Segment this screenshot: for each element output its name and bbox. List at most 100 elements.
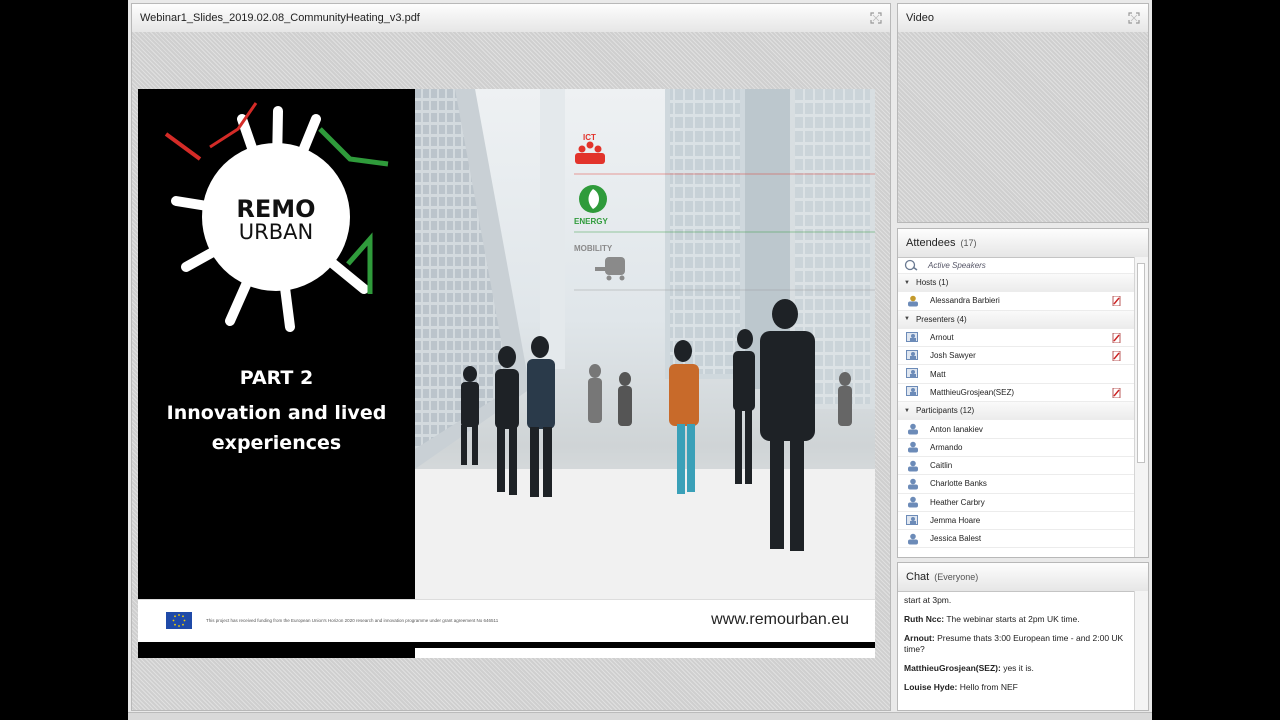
maximize-icon[interactable] [1128,12,1140,24]
presenter-icon [906,331,918,342]
slide-heading-line1: Innovation and lived [166,402,387,424]
attendee-row[interactable]: Armando [898,439,1135,457]
attendee-row[interactable]: Jessica Balest [898,530,1135,549]
share-pod: Webinar1_Slides_2019.02.08_CommunityHeat… [131,3,891,711]
attendee-name: Heather Carbry [930,497,985,507]
logo-line1: REMO [236,195,315,223]
eu-flag-icon [166,612,192,629]
project-url: www.remourban.eu [711,611,849,628]
microphone-icon [1112,296,1121,307]
microphone-icon [1112,351,1121,362]
video-area [898,32,1148,222]
attendee-name: MatthieuGrosjean(SEZ) [930,387,1015,397]
maximize-icon[interactable] [870,12,882,24]
participant-icon [908,442,918,453]
collapse-triangle-icon[interactable]: ▼ [904,316,910,322]
chat-author: Ruth Ncc: [904,614,945,624]
chat-text: start at 3pm. [904,595,952,605]
video-pod-title: Video [906,12,934,24]
attendees-count: (17) [960,238,977,248]
group-label: Presenters (4) [915,314,967,324]
group-presenters[interactable]: ▼ Presenters (4) [898,310,1135,329]
funding-notice: This project has received funding from t… [206,618,499,623]
chat-author: Arnout: [904,633,935,643]
chat-text: yes it is. [1003,663,1034,673]
group-hosts[interactable]: ▼ Hosts (1) [898,274,1135,293]
chat-message: MatthieuGrosjean(SEZ): yes it is. [904,663,1129,674]
attendee-row[interactable]: Anton Ianakiev [898,420,1135,439]
ict-icon [575,141,605,164]
active-speakers-label: Active Speakers [928,260,986,270]
chat-message: Louise Hyde: Hello from NEF [904,682,1129,693]
chat-author: MatthieuGrosjean(SEZ): [904,663,1001,673]
chat-title: Chat [906,571,930,583]
microphone-icon [1112,332,1121,343]
video-pod: Video [897,3,1149,223]
chat-pod-header: Chat (Everyone) [898,563,1148,592]
attendee-name: Armando [930,442,963,452]
chat-author: Louise Hyde: [904,682,958,692]
participant-icon [908,533,918,545]
collapse-triangle-icon[interactable]: ▼ [904,408,910,414]
collapse-triangle-icon[interactable]: ▼ [904,280,910,286]
group-label: Participants (12) [915,406,975,416]
attendee-name: Josh Sawyer [930,351,976,361]
video-pod-header: Video [898,4,1148,33]
presenter-icon [906,368,918,379]
attendee-row[interactable]: Josh Sawyer [898,347,1135,366]
attendee-scrollbar[interactable] [1134,257,1148,557]
attendee-row[interactable]: Matt [898,365,1135,384]
participant-icon [908,478,918,490]
slide-part-label: PART 2 [239,367,314,389]
attendees-pod: Attendees (17) Active Speakers ▼ Hosts (1… [897,228,1149,558]
slide-bottom-strip [138,642,875,658]
chat-text: The webinar starts at 2pm UK time. [946,614,1080,624]
tag-mobility: MOBILITY [574,244,613,253]
participant-icon [908,496,918,508]
attendee-row[interactable]: Heather Carbry [898,494,1135,512]
scrollbar-thumb[interactable] [1137,263,1145,463]
chat-message: Arnout: Presume thats 3:00 European time… [904,633,1129,655]
chat-text: Hello from NEF [959,682,1018,692]
attendee-row[interactable]: Caitlin [898,457,1135,476]
presenter-icon [906,514,918,525]
participant-icon [908,423,918,435]
attendee-name: Anton Ianakiev [930,424,983,434]
chat-text: Presume thats 3:00 European time - and 2… [904,633,1124,654]
slide-heading-line2: experiences [211,432,342,454]
attendee-row[interactable]: Arnout [898,329,1135,348]
attendee-list: Active Speakers ▼ Hosts (1) Alessandra Ba… [898,257,1135,557]
chat-scope[interactable]: (Everyone) [934,572,978,582]
attendee-name: Charlotte Banks [930,479,987,489]
attendee-row[interactable]: Jemma Hoare [898,512,1135,531]
attendees-pod-header: Attendees (17) [898,229,1148,258]
remourban-logo: REMO URBAN [164,102,389,332]
tag-energy: ENERGY [574,217,608,226]
attendee-name: Caitlin [930,461,953,471]
share-stage: REMO URBAN PART 2 Innovation and lived e… [132,32,890,710]
mobility-icon [595,257,625,281]
chat-message: Ruth Ncc: The webinar starts at 2pm UK t… [904,614,1129,625]
attendee-row[interactable]: MatthieuGrosjean(SEZ) [898,384,1135,403]
slide-footer: This project has received funding from t… [138,599,875,643]
attendees-title: Attendees [906,237,956,249]
chat-scrollbar[interactable] [1134,591,1148,710]
chat-message: start at 3pm. [904,595,1129,606]
group-label: Hosts (1) [915,278,949,288]
tag-ict: ICT [583,133,596,142]
attendee-row[interactable]: Charlotte Banks [898,475,1135,494]
host-icon [908,295,918,307]
attendee-name: Arnout [930,333,954,343]
logo-line2: URBAN [239,220,313,244]
microphone-icon [1112,387,1121,398]
attendee-name: Jemma Hoare [930,516,981,525]
group-participants[interactable]: ▼ Participants (12) [898,402,1135,421]
presenter-icon [906,386,918,397]
bottom-bar [128,712,1152,720]
slide-title-panel: REMO URBAN PART 2 Innovation and lived e… [138,89,415,599]
attendee-name: Matt [930,369,946,379]
presenter-icon [906,349,918,360]
active-speakers-row: Active Speakers [898,257,1135,274]
share-pod-header: Webinar1_Slides_2019.02.08_CommunityHeat… [132,4,890,33]
attendee-row[interactable]: Alessandra Barbieri [898,292,1135,311]
